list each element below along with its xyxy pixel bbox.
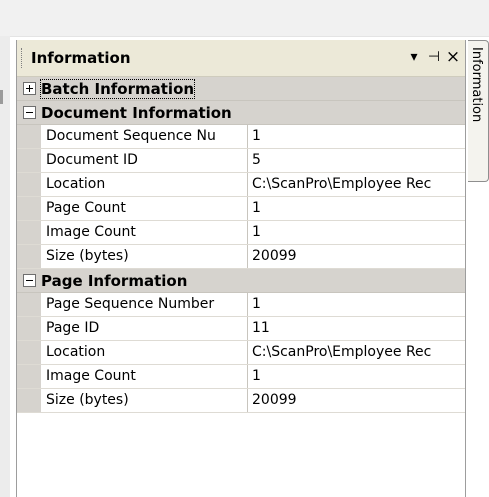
expand-icon[interactable] <box>23 82 36 95</box>
property-name[interactable]: Size (bytes) <box>42 245 248 268</box>
close-icon[interactable]: × <box>444 48 462 66</box>
left-dock-edge <box>0 36 10 497</box>
category-document-information[interactable]: Document Information <box>17 101 466 125</box>
pin-icon[interactable]: ⊣ <box>425 48 443 66</box>
drag-grip-icon[interactable] <box>21 48 24 68</box>
property-name[interactable]: Page Sequence Number <box>42 293 248 316</box>
panel-titlebar[interactable]: Information ▾ ⊣ × <box>17 40 466 77</box>
property-row[interactable]: Location C:\ScanPro\Employee Rec <box>17 173 466 197</box>
property-value[interactable]: 11 <box>249 317 466 340</box>
category-label: Batch Information <box>39 79 196 99</box>
property-value[interactable]: C:\ScanPro\Employee Rec <box>249 173 466 196</box>
property-row[interactable]: Page Sequence Number 1 <box>17 293 466 317</box>
property-name[interactable]: Size (bytes) <box>42 389 248 412</box>
panel-right-border <box>465 40 466 497</box>
property-name[interactable]: Page Count <box>42 197 248 220</box>
side-tab-label: Information <box>469 47 484 123</box>
property-value[interactable]: 5 <box>249 149 466 172</box>
dock-edge-marker <box>0 90 3 104</box>
property-name[interactable]: Image Count <box>42 221 248 244</box>
property-value[interactable]: 1 <box>249 365 466 388</box>
property-value[interactable]: 1 <box>249 221 466 244</box>
collapse-icon[interactable] <box>23 106 36 119</box>
property-name[interactable]: Location <box>42 173 248 196</box>
property-name[interactable]: Page ID <box>42 317 248 340</box>
property-value[interactable]: 20099 <box>249 245 466 268</box>
property-row[interactable]: Size (bytes) 20099 <box>17 389 466 413</box>
property-row[interactable]: Location C:\ScanPro\Employee Rec <box>17 341 466 365</box>
property-name[interactable]: Image Count <box>42 365 248 388</box>
property-name[interactable]: Location <box>42 341 248 364</box>
property-row[interactable]: Document ID 5 <box>17 149 466 173</box>
property-row[interactable]: Size (bytes) 20099 <box>17 245 466 269</box>
collapse-icon[interactable] <box>23 274 36 287</box>
property-row[interactable]: Document Sequence Nu 1 <box>17 125 466 149</box>
panel-title: Information <box>31 49 131 67</box>
category-label: Page Information <box>41 272 188 290</box>
category-label: Document Information <box>41 104 232 122</box>
property-value[interactable]: 1 <box>249 197 466 220</box>
property-grid: Batch Information Document Information D… <box>17 77 466 413</box>
category-batch-information[interactable]: Batch Information <box>17 77 466 101</box>
property-row[interactable]: Page Count 1 <box>17 197 466 221</box>
property-value[interactable]: 20099 <box>249 389 466 412</box>
property-row[interactable]: Page ID 11 <box>17 317 466 341</box>
property-name[interactable]: Document ID <box>42 149 248 172</box>
information-side-tab[interactable]: Information <box>468 40 489 182</box>
property-value[interactable]: 1 <box>249 293 466 316</box>
category-page-information[interactable]: Page Information <box>17 269 466 293</box>
property-value[interactable]: C:\ScanPro\Employee Rec <box>249 341 466 364</box>
top-toolbar-area <box>0 0 489 37</box>
dropdown-icon[interactable]: ▾ <box>405 48 423 66</box>
property-row[interactable]: Image Count 1 <box>17 365 466 389</box>
property-name[interactable]: Document Sequence Nu <box>42 125 248 148</box>
property-value[interactable]: 1 <box>249 125 466 148</box>
information-panel: Information ▾ ⊣ × Batch Information Docu… <box>16 40 466 497</box>
property-row[interactable]: Image Count 1 <box>17 221 466 245</box>
